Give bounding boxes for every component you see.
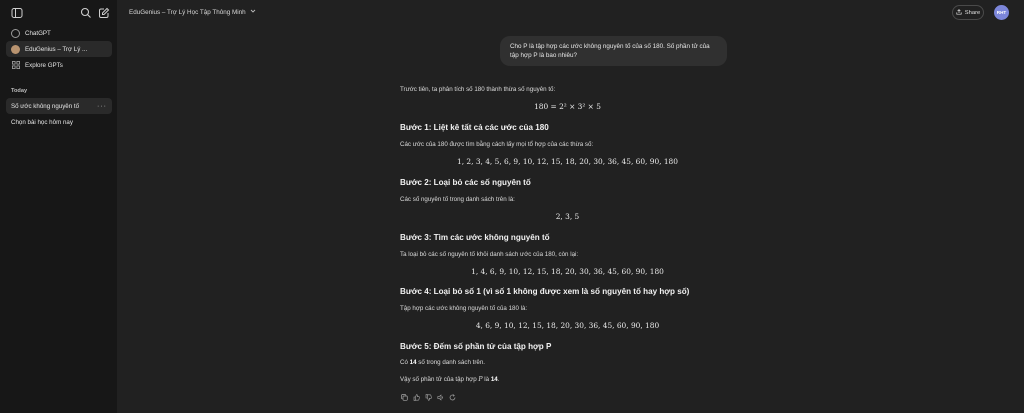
count-suffix: số trong danh sách trên. (416, 359, 485, 366)
step5-heading: Bước 5: Đếm số phần tử của tập hợp P (400, 342, 552, 351)
edugenius-avatar-icon (11, 44, 20, 54)
regenerate-icon[interactable] (448, 393, 457, 402)
sidebar-header (0, 0, 117, 26)
grid-icon (11, 61, 20, 70)
history-item-active[interactable]: Số ước không nguyên tố ··· (6, 98, 112, 114)
conclusion-mid: là (482, 376, 491, 383)
sidebar-item-label: EduGenius – Trợ Lý ... (25, 45, 88, 53)
step3-heading: Bước 3: Tìm các ước không nguyên tố (400, 233, 550, 242)
conclusion-text: Vậy số phần tử của tập hợp P là 14. (400, 376, 499, 383)
step4-math: 4, 6, 9, 10, 12, 15, 18, 20, 30, 36, 45,… (475, 321, 660, 330)
gpt-selector[interactable]: EduGenius – Trợ Lý Học Tập Thông Minh (129, 8, 256, 16)
search-icon[interactable] (80, 7, 92, 19)
chatgpt-logo-icon (11, 28, 20, 38)
step4-heading: Bước 4: Loại bỏ số 1 (vì số 1 không được… (400, 287, 690, 296)
conclusion-prefix: Vậy số phần tử của tập hợp (400, 376, 479, 383)
step4-text: Tập hợp các ước không nguyên tố của 180 … (400, 305, 528, 312)
history-section-title: Today (11, 88, 28, 94)
sidebar-item-label: ChatGPT (25, 29, 51, 37)
more-options-icon[interactable]: ··· (97, 103, 107, 110)
step1-text: Các ước của 180 được tìm bằng cách lấy m… (400, 141, 594, 148)
share-button[interactable]: Share (952, 5, 984, 20)
step2-heading: Bước 2: Loại bỏ các số nguyên tố (400, 178, 531, 187)
history-item-label: Chọn bài học hôm nay (11, 118, 73, 126)
count-prefix: Có (400, 359, 410, 366)
sidebar-item-explore-gpts[interactable]: Explore GPTs (6, 57, 112, 73)
new-chat-icon[interactable] (98, 7, 110, 19)
sidebar-item-label: Explore GPTs (25, 61, 63, 69)
conclusion-suffix: . (497, 376, 500, 383)
step2-math: 2, 3, 5 (555, 212, 580, 221)
count-text: Có 14 số trong danh sách trên. (400, 359, 485, 366)
intro-text: Trước tiên, ta phân tích số 180 thành th… (400, 86, 556, 93)
step3-text: Ta loại bỏ các số nguyên tố khỏi danh sá… (400, 251, 579, 258)
step2-text: Các số nguyên tố trong danh sách trên là… (400, 196, 515, 203)
share-label: Share (964, 9, 981, 16)
step1-heading: Bước 1: Liệt kê tất cả các ước của 180 (400, 123, 549, 132)
history-item-label: Số ước không nguyên tố (11, 102, 80, 110)
step1-math: 1, 2, 3, 4, 5, 6, 9, 10, 12, 15, 18, 20,… (457, 157, 678, 166)
read-aloud-icon[interactable] (436, 393, 445, 402)
sidebar: ChatGPT EduGenius – Trợ Lý ... Explore G… (0, 0, 117, 413)
factorization-formula: 180 = 2² × 3² × 5 (534, 102, 601, 111)
copy-icon[interactable] (400, 393, 409, 402)
step3-math: 1, 4, 6, 9, 10, 12, 15, 18, 20, 30, 36, … (471, 267, 664, 276)
share-icon (956, 8, 962, 17)
history-item[interactable]: Chọn bài học hôm nay (6, 114, 112, 130)
sidebar-item-edugenius[interactable]: EduGenius – Trợ Lý ... (6, 41, 112, 57)
chat-main: EduGenius – Trợ Lý Học Tập Thông Minh Sh… (117, 0, 1024, 413)
user-message: Cho P là tập hợp các ước không nguyên tố… (500, 36, 727, 66)
sidebar-item-chatgpt[interactable]: ChatGPT (6, 25, 112, 41)
sidebar-toggle-icon[interactable] (11, 7, 23, 19)
page-title: EduGenius – Trợ Lý Học Tập Thông Minh (129, 8, 246, 16)
thumbs-down-icon[interactable] (424, 393, 433, 402)
thumbs-up-icon[interactable] (412, 393, 421, 402)
chevron-down-icon (250, 8, 256, 16)
count-value: 14 (409, 359, 417, 366)
avatar[interactable]: RHT (994, 5, 1009, 20)
conclusion-value: 14 (490, 376, 498, 383)
message-actions (400, 393, 457, 402)
